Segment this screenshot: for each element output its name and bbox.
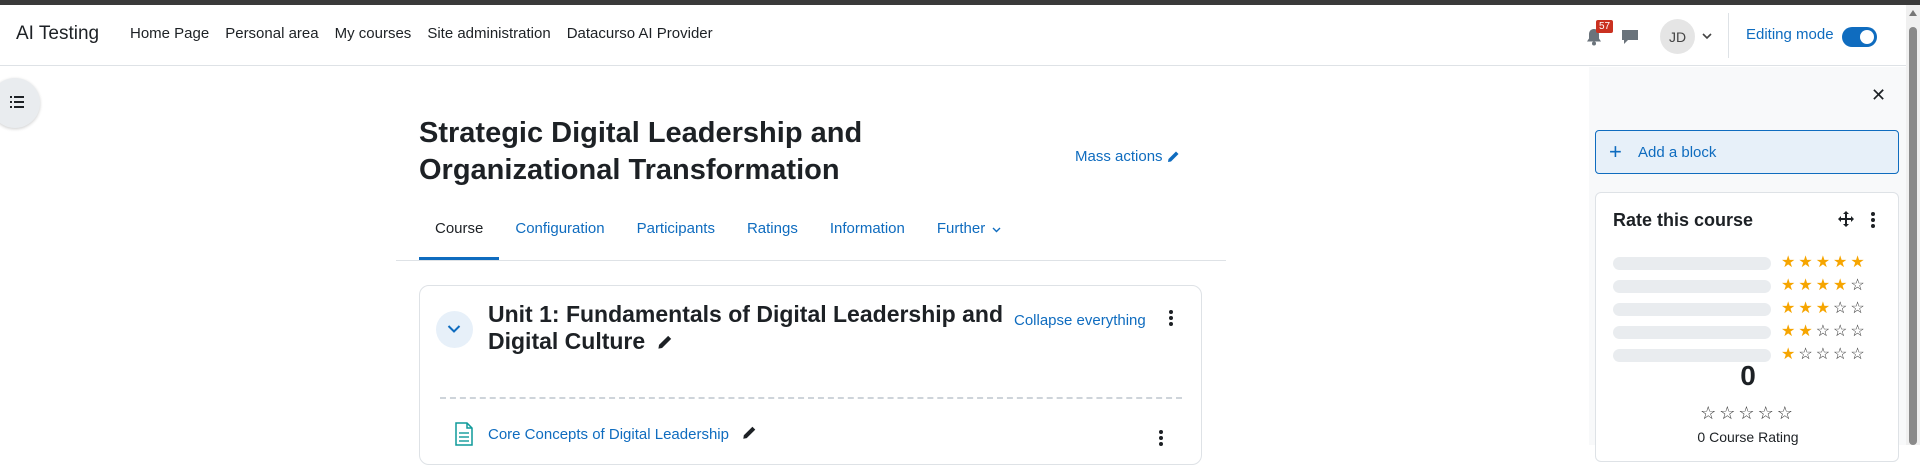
rate-course-title: Rate this course (1613, 210, 1754, 230)
activity-menu-icon[interactable] (1159, 430, 1163, 448)
average-rating: 0 (1740, 360, 1756, 391)
section-menu-icon[interactable] (1169, 310, 1173, 328)
tab-configuration[interactable]: Configuration (499, 210, 620, 260)
rating-row-3: ★★★☆☆ (1613, 301, 1883, 317)
rating-summary: 0 Course Rating (1697, 429, 1799, 445)
editing-mode-toggle[interactable] (1842, 27, 1877, 47)
section-collapse-button[interactable] (436, 311, 473, 348)
notification-count-badge: 57 (1596, 20, 1614, 33)
five-star-icons: ★★★★★ (1781, 254, 1868, 271)
move-icon[interactable] (1838, 211, 1854, 227)
section-divider (440, 397, 1182, 399)
plus-icon: + (1609, 139, 1622, 164)
tab-further[interactable]: Further (921, 210, 1018, 260)
two-star-icons: ★★☆☆☆ (1781, 323, 1868, 340)
page-scrollbar[interactable] (1906, 5, 1920, 445)
course-tabs: Course Configuration Participants Rating… (419, 210, 1017, 260)
collapse-everything-link[interactable]: Collapse everything (1014, 312, 1146, 329)
chevron-down-icon[interactable] (1701, 31, 1713, 41)
tab-course[interactable]: Course (419, 210, 500, 260)
rating-row-2: ★★☆☆☆ (1613, 324, 1883, 340)
primary-navigation: Home Page Personal area My courses Site … (130, 25, 729, 42)
scrollbar-thumb[interactable] (1909, 27, 1917, 445)
tabs-divider (396, 260, 1226, 261)
rating-bar (1613, 280, 1771, 293)
nav-datacurso-ai-provider[interactable]: Datacurso AI Provider (567, 25, 713, 42)
page-icon (455, 422, 473, 446)
nav-home[interactable]: Home Page (130, 25, 209, 42)
nav-personal-area[interactable]: Personal area (225, 25, 318, 42)
add-block-label: Add a block (1638, 144, 1717, 161)
course-index-toggle[interactable] (0, 78, 40, 128)
rating-bar (1613, 326, 1771, 339)
rate-course-block: Rate this course ★★★★★ ★★★★☆ ★★★☆☆ ★★☆☆☆… (1595, 192, 1899, 462)
tab-ratings[interactable]: Ratings (731, 210, 814, 260)
rating-row-5: ★★★★★ (1613, 255, 1883, 271)
section-title: Unit 1: Fundamentals of Digital Leadersh… (488, 301, 1008, 355)
close-icon[interactable]: ✕ (1871, 85, 1886, 106)
four-star-icons: ★★★★☆ (1781, 277, 1868, 294)
course-title: Strategic Digital Leadership and Organiz… (419, 117, 863, 186)
rating-bar (1613, 257, 1771, 270)
block-drawer: ✕ + Add a block Rate this course ★★★★★ ★… (1589, 67, 1906, 462)
block-menu-icon[interactable] (1871, 212, 1875, 230)
section-title-text: Unit 1: Fundamentals of Digital Leadersh… (488, 301, 1003, 354)
tab-participants[interactable]: Participants (621, 210, 731, 260)
tab-information[interactable]: Information (814, 210, 921, 260)
chevron-down-icon (447, 325, 461, 333)
messages-icon[interactable] (1620, 27, 1640, 47)
rating-row-4: ★★★★☆ (1613, 278, 1883, 294)
tab-further-label: Further (936, 220, 986, 237)
activity-name: Core Concepts of Digital Leadership (488, 426, 729, 443)
course-section: Unit 1: Fundamentals of Digital Leadersh… (419, 285, 1202, 465)
list-icon (10, 96, 24, 108)
navbar-divider (1728, 13, 1729, 58)
nav-my-courses[interactable]: My courses (335, 25, 412, 42)
mass-actions-label: Mass actions (1075, 148, 1163, 165)
three-star-icons: ★★★☆☆ (1781, 300, 1868, 317)
mass-actions-link[interactable]: Mass actions (1075, 148, 1180, 165)
rating-bar (1613, 303, 1771, 316)
user-avatar[interactable]: JD (1660, 19, 1695, 54)
top-navbar: AI Testing Home Page Personal area My co… (0, 5, 1906, 66)
scroll-up-arrow[interactable] (1909, 10, 1917, 16)
nav-site-administration[interactable]: Site administration (427, 25, 550, 42)
pencil-icon (1167, 151, 1179, 162)
pencil-icon[interactable] (741, 425, 757, 441)
editing-mode-label: Editing mode (1746, 26, 1834, 43)
pencil-icon[interactable] (656, 334, 673, 351)
activity-link[interactable]: Core Concepts of Digital Leadership (488, 425, 757, 443)
chevron-down-icon (992, 227, 1001, 233)
toggle-knob (1860, 30, 1874, 44)
add-block-button[interactable]: + Add a block (1595, 130, 1899, 174)
site-name[interactable]: AI Testing (16, 23, 99, 45)
rate-stars-input[interactable]: ☆☆☆☆☆ (1596, 403, 1900, 424)
